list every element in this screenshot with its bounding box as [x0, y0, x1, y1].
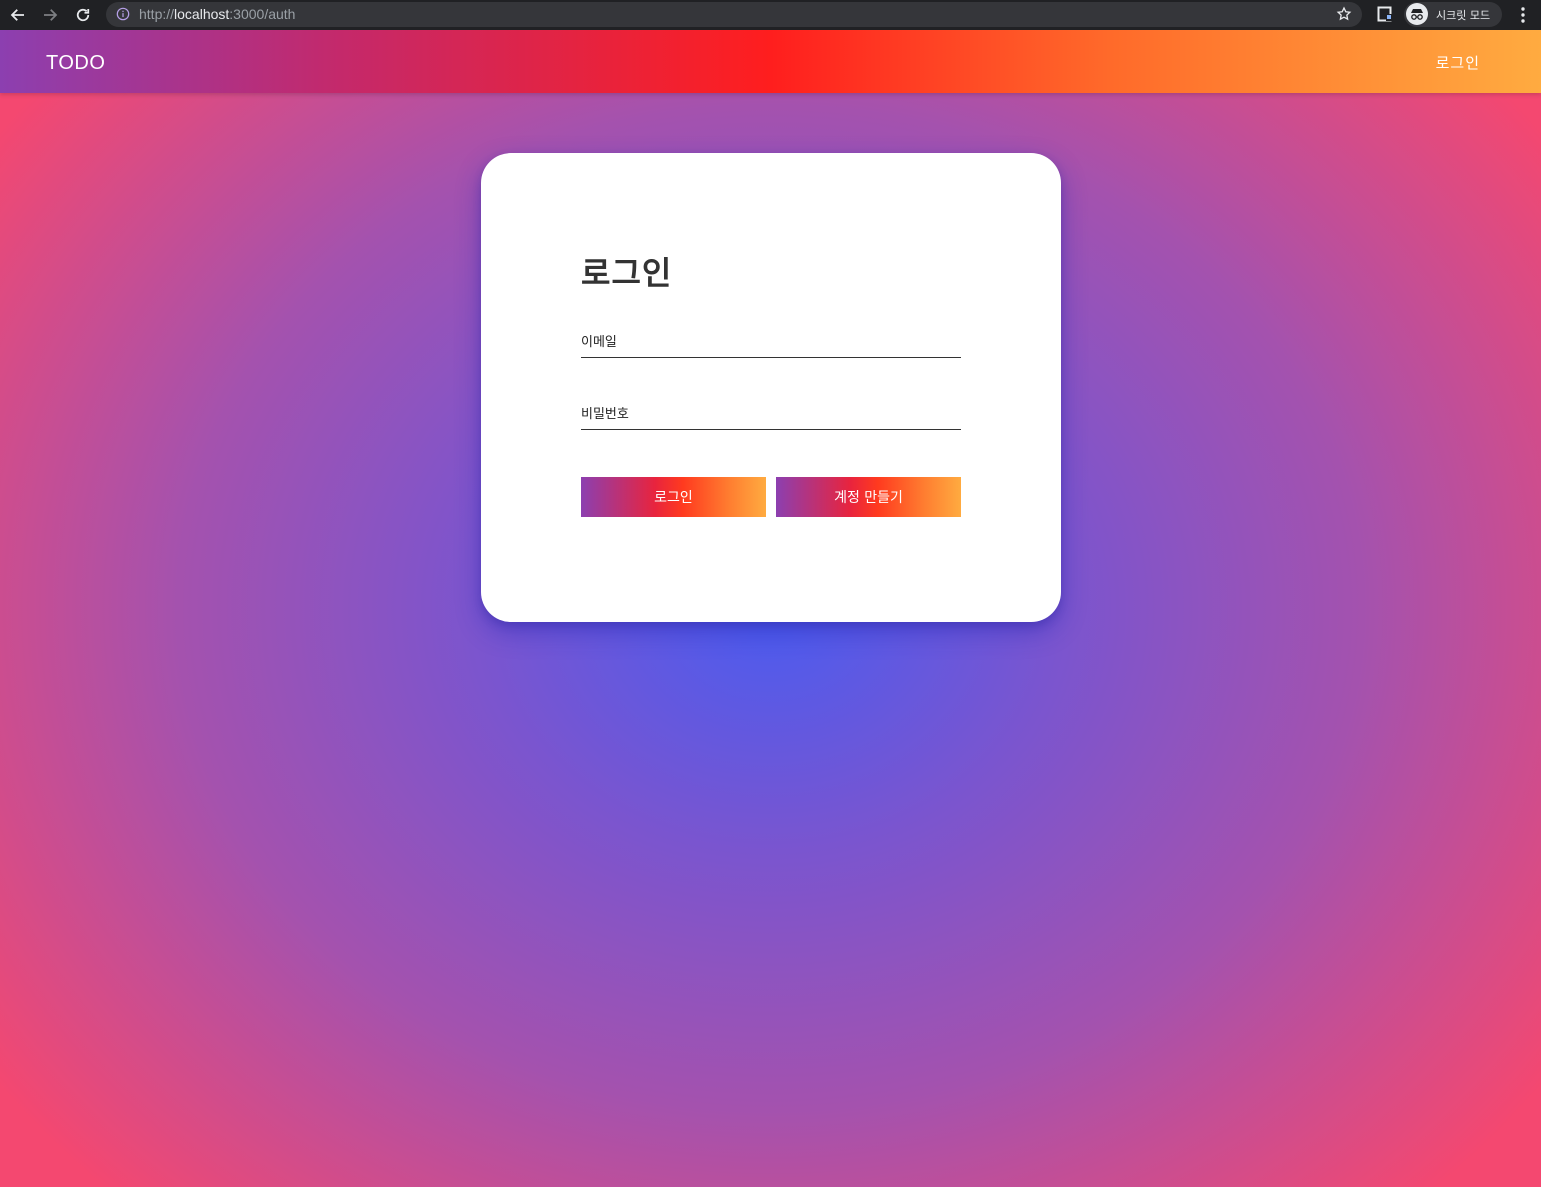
browser-toolbar: http://localhost:3000/auth 시크릿 모드	[0, 0, 1541, 30]
incognito-icon	[1406, 3, 1428, 25]
nav-login-link[interactable]: 로그인	[1436, 52, 1480, 73]
email-field[interactable]	[581, 327, 961, 357]
url-host: localhost	[174, 6, 230, 22]
page-title: 로그인	[581, 254, 673, 292]
incognito-label: 시크릿 모드	[1436, 9, 1491, 22]
menu-icon[interactable]	[1516, 6, 1530, 24]
email-field-wrapper	[581, 327, 961, 358]
password-field-wrapper	[581, 399, 961, 430]
info-icon[interactable]	[116, 7, 130, 21]
page-background: TODO 로그인 로그인 로그인 계정 만들기	[0, 30, 1541, 1187]
forward-arrow-icon[interactable]	[38, 3, 62, 27]
extension-icon[interactable]	[1377, 6, 1393, 22]
password-field[interactable]	[581, 399, 961, 429]
url-path: :3000/auth	[229, 6, 296, 22]
back-arrow-icon[interactable]	[6, 3, 30, 27]
login-button[interactable]: 로그인	[581, 477, 766, 517]
star-icon[interactable]	[1336, 6, 1352, 22]
url-scheme: http://	[139, 6, 175, 22]
app-bar: TODO 로그인	[0, 30, 1541, 93]
login-card: 로그인 로그인 계정 만들기	[481, 153, 1061, 622]
incognito-profile-button[interactable]: 시크릿 모드	[1404, 2, 1502, 27]
brand-logo[interactable]: TODO	[46, 52, 105, 75]
reload-icon[interactable]	[71, 3, 95, 27]
url-text: http://localhost:3000/auth	[139, 6, 295, 23]
create-account-button[interactable]: 계정 만들기	[776, 477, 961, 517]
address-bar[interactable]: http://localhost:3000/auth	[106, 2, 1362, 27]
